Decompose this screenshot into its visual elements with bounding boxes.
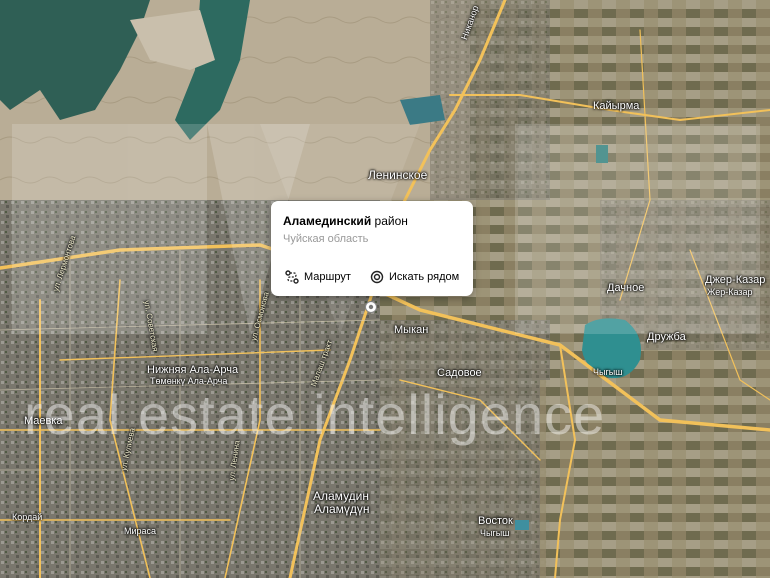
search-nearby-label: Искать рядом: [389, 271, 460, 283]
search-nearby-icon: [370, 270, 384, 284]
popup-title-rest: район: [371, 214, 408, 228]
place-label-alamudun: Аламудин: [313, 489, 369, 503]
popup-title: Аламединский район: [283, 214, 408, 228]
place-label-mykan: Мыкан: [394, 324, 429, 336]
place-label-leninskoe: Ленинское: [368, 168, 428, 182]
place-label-kurdai: Кордай: [12, 512, 43, 522]
place-label-dachnoe: Дачное: [607, 282, 645, 294]
place-popup: Аламединский район Чуйская область Маршр…: [271, 201, 473, 296]
watermark-text: real estate intelligence: [24, 383, 606, 446]
place-label-kaiyrma: Кайырма: [593, 100, 640, 112]
place-label-mirasa: Мираса: [124, 526, 157, 536]
route-icon: [285, 270, 299, 284]
popup-title-bold: Аламединский: [283, 214, 372, 228]
place-label-vostok: Восток: [478, 515, 513, 527]
place-label-druzhba: Дружба: [647, 331, 686, 343]
place-label-jer-kazar: Джер-Казар: [705, 274, 766, 286]
place-label-chygysh-2: Чыгыш: [593, 367, 623, 377]
route-label: Маршрут: [304, 271, 351, 283]
place-label-jer-kazar-ky: Жер-Казар: [707, 287, 753, 297]
place-label-alamudun-ky: Аламүдүн: [314, 502, 370, 516]
location-marker-icon[interactable]: [365, 301, 377, 313]
popup-subtitle: Чуйская область: [283, 233, 369, 245]
route-button[interactable]: Маршрут: [285, 270, 351, 284]
search-nearby-button[interactable]: Искать рядом: [370, 270, 459, 284]
place-label-sadovoe: Садовое: [437, 367, 482, 379]
place-label-nizhnyaya-ala-archa: Нижняя Ала-Арча: [147, 364, 239, 376]
place-label-chygysh: Чыгыш: [480, 528, 510, 538]
